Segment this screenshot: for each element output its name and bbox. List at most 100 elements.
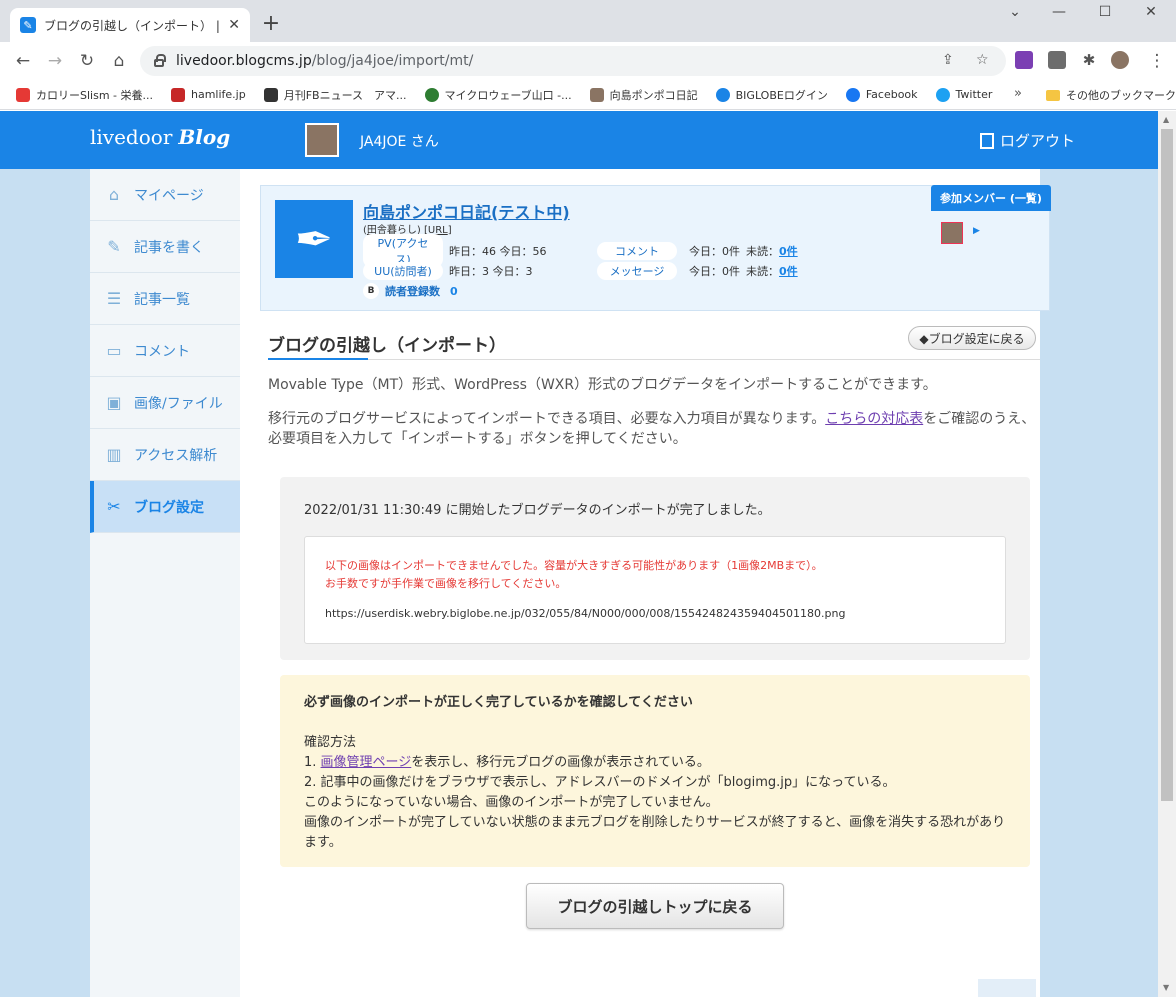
instruction-text: 移行元のブログサービスによってインポートできる項目、必要な入力項目が異なります。…	[268, 411, 1036, 447]
sidebar-item-articles[interactable]: ☰ 記事一覧	[90, 273, 240, 325]
bookmark-favicon-icon	[16, 87, 30, 102]
bookmark-item[interactable]: カロリーSlism - 栄養...	[16, 87, 153, 103]
avatar[interactable]	[941, 222, 963, 244]
facebook-icon	[845, 87, 860, 102]
reader-count: 0	[450, 284, 458, 298]
wrench-icon: ✂	[107, 497, 121, 516]
bookmark-item[interactable]: マイクロウェーブ山口 -...	[424, 87, 572, 103]
home-icon: ⌂	[108, 185, 120, 204]
message-label: メッセージ	[597, 262, 677, 280]
notice-step-1: 1. 画像管理ページを表示し、移行元ブログの画像が表示されている。	[304, 755, 710, 770]
sidebar-item-mypage[interactable]: ⌂ マイページ	[90, 169, 240, 221]
message-today: 今日：0件	[689, 265, 740, 278]
chevron-down-icon[interactable]: ⌄	[1000, 4, 1030, 20]
bookmarks-more-icon[interactable]: »	[1014, 86, 1022, 101]
other-bookmarks[interactable]: その他のブックマーク	[1046, 87, 1176, 103]
image-check-notice: 必ず画像のインポートが正しく完了しているかを確認してください 確認方法 1. 画…	[280, 675, 1030, 867]
notice-method: 確認方法	[304, 735, 357, 750]
bookmark-item[interactable]: hamlife.jp	[171, 87, 246, 102]
bookmark-item[interactable]: Twitter	[935, 87, 992, 102]
compatibility-table-link[interactable]: こちらの対応表	[825, 411, 923, 427]
import-result-box: 2022/01/31 11:30:49 に開始したブログデータのインポートが完了…	[280, 477, 1030, 660]
window-close-icon[interactable]: ✕	[1136, 4, 1166, 20]
notice-step-2: 2. 記事中の画像だけをブラウザで表示し、アドレスバーのドメインが「blogim…	[304, 775, 896, 790]
logout-icon	[980, 132, 994, 149]
intro-text: Movable Type（MT）形式、WordPress（WXR）形式のブログデ…	[268, 377, 937, 393]
sidebar-item-blog-settings[interactable]: ✂ ブログ設定	[90, 481, 240, 533]
bookmark-item[interactable]: Facebook	[845, 87, 918, 102]
reader-stat: B 読者登録数 0	[363, 282, 458, 300]
uu-label: UU(訪問者)	[363, 262, 443, 280]
star-icon[interactable]: ☆	[976, 52, 989, 68]
url-host: livedoor.blogcms.jp	[176, 53, 312, 69]
reader-label: 読者登録数	[385, 285, 440, 298]
sidebar: ⌂ マイページ ✎ 記事を書く ☰ 記事一覧 ▭ コメント ▣ 画像/ファイル ▥ アクセス…	[90, 169, 240, 997]
tab-title: ブログの引越し（インポート） | livedoor	[44, 18, 224, 33]
minimize-icon[interactable]: —	[1044, 4, 1074, 20]
avatar[interactable]	[305, 123, 339, 157]
browser-tab-bar: ✎ ブログの引越し（インポート） | livedoor ✕ + ⌄ — ☐ ✕	[0, 0, 1176, 42]
caret-right-icon[interactable]: ▶	[973, 226, 980, 236]
bookmark-favicon-icon	[263, 87, 278, 102]
notice-warning: 画像のインポートが完了していない状態のまま元ブログを削除したりサービスが終了する…	[304, 815, 1006, 850]
twitter-icon	[935, 87, 950, 102]
notice-heading: 必ず画像のインポートが正しく完了しているかを確認してください	[304, 695, 693, 710]
sidebar-item-analytics[interactable]: ▥ アクセス解析	[90, 429, 240, 481]
reload-icon[interactable]: ↻	[76, 50, 98, 72]
onenote-extension-icon[interactable]	[1015, 51, 1033, 69]
livedoor-blog-logo[interactable]: livedoor Blog	[90, 125, 230, 149]
member-list-button[interactable]: 参加メンバー (一覧)	[931, 185, 1051, 211]
failed-image-url: https://userdisk.webry.biglobe.ne.jp/032…	[325, 607, 846, 620]
comment-unread-label: 未読：	[746, 245, 779, 258]
scrollbar[interactable]: ▲ ▼	[1158, 111, 1176, 997]
profile-extension-icon[interactable]	[1048, 51, 1066, 69]
image-management-link[interactable]: 画像管理ページ	[321, 755, 412, 770]
comment-label: コメント	[597, 242, 677, 260]
puzzle-extensions-icon[interactable]: ✱	[1080, 51, 1098, 69]
user-name: JA4JOE さん	[360, 134, 439, 150]
sidebar-item-write[interactable]: ✎ 記事を書く	[90, 221, 240, 273]
failed-images-box: 以下の画像はインポートできませんでした。容量が大きすぎる可能性があります（1画像…	[304, 536, 1006, 644]
bookmark-item[interactable]: BIGLOBEログイン	[715, 87, 828, 103]
content-area: ⌂ マイページ ✎ 記事を書く ☰ 記事一覧 ▭ コメント ▣ 画像/ファイル ▥ アクセス…	[90, 169, 1051, 997]
pv-values: 昨日：46 今日：56	[449, 245, 547, 258]
comment-unread-link[interactable]: 0件	[779, 243, 798, 259]
feather-icon: ✒	[275, 200, 353, 278]
back-arrow-icon[interactable]: ←	[12, 50, 34, 72]
share-icon[interactable]: ⇪	[942, 52, 954, 68]
browser-tab[interactable]: ✎ ブログの引越し（インポート） | livedoor ✕	[10, 8, 250, 42]
import-result-text: 2022/01/31 11:30:49 に開始したブログデータのインポートが完了…	[304, 503, 771, 518]
bookmark-item[interactable]: 月刊FBニュース アマ...	[263, 87, 407, 103]
pv-stat: PV(アクセス) 昨日：46 今日：56 コメント 今日：0件 未読： 0件	[363, 234, 798, 268]
back-to-import-top-button[interactable]: ブログの引越しトップに戻る	[526, 883, 784, 929]
scrollbar-thumb[interactable]	[1161, 129, 1173, 801]
address-bar[interactable]: livedoor.blogcms.jp/blog/ja4joe/import/m…	[140, 46, 1006, 76]
folder-icon	[1046, 89, 1060, 101]
blog-summary-card: ✒ 向島ポンポコ日記(テスト中) (田舎暮らし) [URL] PV(アクセス) …	[260, 185, 1051, 311]
menu-kebab-icon[interactable]: ⋮	[1146, 50, 1168, 72]
page-top-tab[interactable]	[978, 979, 1036, 997]
logout-button[interactable]: ログアウト	[980, 130, 1075, 151]
uu-stat: UU(訪問者) 昨日：3 今日：3 メッセージ 今日：0件 未読： 0件	[363, 262, 798, 280]
bookmark-item[interactable]: 向島ポンポコ日記	[589, 87, 698, 103]
back-to-settings-button[interactable]: ◆ブログ設定に戻る	[908, 326, 1036, 350]
close-tab-icon[interactable]: ✕	[228, 17, 240, 33]
scroll-down-icon[interactable]: ▼	[1163, 983, 1169, 992]
bookmark-favicon-icon	[589, 87, 604, 102]
page-viewport: livedoor Blog JA4JOE さん ログアウト ⌂ マイページ ✎ 記事を…	[0, 111, 1158, 997]
livedoor-header: livedoor Blog JA4JOE さん ログアウト	[0, 111, 1158, 169]
forward-arrow-icon[interactable]: →	[44, 50, 66, 72]
bookmark-favicon-icon	[171, 87, 185, 102]
new-tab-icon[interactable]: +	[258, 10, 284, 36]
maximize-icon[interactable]: ☐	[1090, 4, 1120, 20]
message-unread-link[interactable]: 0件	[779, 263, 798, 279]
home-icon[interactable]: ⌂	[108, 50, 130, 72]
lock-icon	[154, 54, 166, 67]
blog-name-link[interactable]: 向島ポンポコ日記(テスト中)	[363, 199, 570, 223]
sidebar-item-images[interactable]: ▣ 画像/ファイル	[90, 377, 240, 429]
bookmark-favicon-icon	[424, 87, 439, 102]
bookmark-favicon-icon	[715, 87, 730, 102]
avatar[interactable]	[1111, 51, 1129, 69]
sidebar-item-comments[interactable]: ▭ コメント	[90, 325, 240, 377]
scroll-up-icon[interactable]: ▲	[1163, 115, 1169, 124]
